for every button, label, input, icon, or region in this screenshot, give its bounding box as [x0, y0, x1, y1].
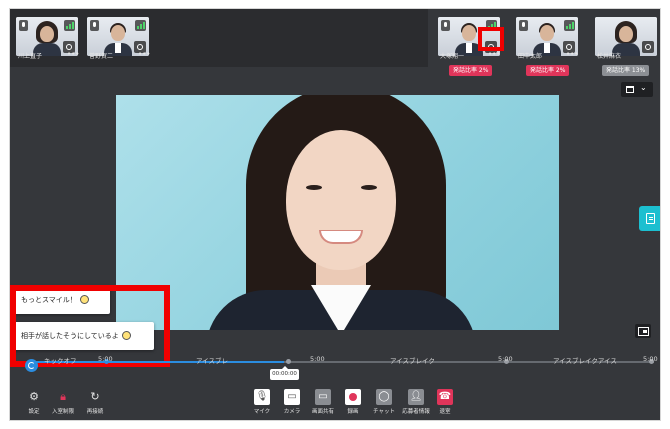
side-panel-tab[interactable] [639, 206, 660, 231]
record-icon [349, 393, 357, 401]
timeline-segment-duration: 5:00 [498, 355, 513, 363]
speech-ratio-badge: 発話比率 2% [526, 65, 570, 76]
speech-ratio-badge: 発話比率 13% [602, 65, 650, 76]
more-options-icon[interactable]: ••• [488, 50, 500, 58]
phone-hangup-icon: ☎︎ [438, 391, 452, 402]
mic-icon [441, 20, 450, 31]
mic-icon [19, 20, 28, 31]
main-video-feed [116, 95, 559, 330]
record-button[interactable]: 録画 [344, 389, 362, 415]
timer-start-icon[interactable] [25, 359, 38, 372]
lock-icon: 🔒︎ [60, 390, 66, 403]
more-options-icon[interactable]: ••• [566, 50, 578, 58]
volume-bars-icon [564, 20, 575, 31]
entry-limit-button[interactable]: 🔒︎ 入室制限 [50, 389, 76, 415]
more-options-icon[interactable]: ••• [67, 50, 79, 58]
timeline-segment-duration: 5:00 [310, 355, 325, 363]
volume-bars-icon [64, 20, 75, 31]
chat-bubble-icon: ◯ [378, 391, 390, 402]
volume-bars-icon [135, 20, 146, 31]
participant-name-3: 大塚翔一 [440, 53, 465, 60]
timeline-segment-duration: 5:00 [643, 355, 658, 363]
participant-name-1: 川上直子 [18, 53, 43, 60]
screen-share-button[interactable]: ▭ 画面共有 [309, 389, 337, 415]
applicant-info-button[interactable]: 👤︎ 応募者情報 [400, 389, 432, 415]
leave-button[interactable]: ☎︎ 退室 [436, 389, 454, 415]
participant-name-4: 田中太郎 [518, 53, 543, 60]
gear-icon: ⚙ [29, 390, 39, 403]
timeline-segment-label: キックオフ [44, 357, 77, 365]
timeline-segment-label: アイスブレイクアイス [553, 357, 617, 365]
video-camera-icon: ▭ [287, 391, 297, 402]
mic-icon [519, 20, 528, 31]
monitor-icon: ▭ [318, 391, 328, 402]
settings-button[interactable]: ⚙ 設定 [25, 389, 43, 415]
document-icon [646, 213, 655, 224]
participant-name-2: 菅野賀二 [89, 53, 114, 60]
picture-in-picture-button[interactable] [635, 324, 651, 338]
refresh-icon: ↻ [90, 390, 100, 403]
current-time-tooltip: 00:00:00 [270, 366, 299, 380]
video-interview-window: 川上直子 ••• 菅野賀二 ••• 大塚翔一 ••• 発話比率 2% 田中太郎 … [9, 8, 661, 421]
microphone-icon: 🎙︎ [255, 391, 269, 402]
mic-button[interactable]: 🎙︎ マイク [251, 389, 273, 415]
speech-ratio-badge: 発話比率 2% [449, 65, 493, 76]
timeline-segment-label: アイスブレ [196, 357, 228, 365]
chevron-down-icon: ⌄ [640, 83, 647, 92]
participant-name-5: 松井麻衣 [597, 53, 622, 60]
layout-toggle-button[interactable]: ⌄ [621, 82, 653, 97]
highlight-annotation-camera-switch [478, 27, 504, 51]
person-icon: 👤︎ [409, 391, 423, 402]
camera-button[interactable]: ▭ カメラ [281, 389, 303, 415]
mic-icon [90, 20, 99, 31]
highlight-annotation-hints [10, 285, 170, 367]
timeline-marker[interactable] [286, 359, 291, 364]
layout-icon [626, 86, 634, 93]
more-options-icon[interactable]: ••• [138, 50, 150, 58]
camera-switch-icon[interactable] [642, 41, 654, 53]
timeline-segment-label: アイスブレイク [390, 357, 435, 365]
chat-button[interactable]: ◯ チャット [370, 389, 398, 415]
reconnect-button[interactable]: ↻ 再接続 [82, 389, 108, 415]
timeline-segment-duration: 5:00 [98, 355, 113, 363]
